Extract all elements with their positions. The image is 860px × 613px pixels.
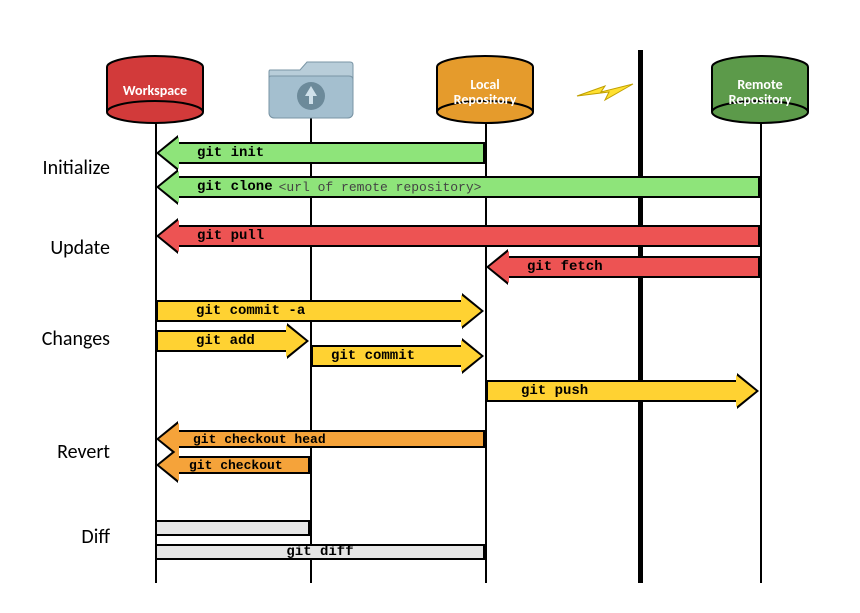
network-boundary bbox=[638, 50, 643, 583]
arrow-git-add: git add bbox=[156, 330, 288, 352]
lightning-icon bbox=[575, 78, 635, 113]
cmd-git-add: git add bbox=[196, 333, 255, 349]
arrow-git-clone: git clone <url of remote repository> bbox=[177, 176, 760, 198]
section-initialize: Initialize bbox=[0, 156, 110, 180]
workspace-label: Workspace bbox=[105, 83, 205, 98]
arrow-git-commit-a: git commit -a bbox=[156, 300, 463, 322]
cmd-git-clone: git clone bbox=[197, 179, 273, 195]
cmd-git-commit-a: git commit -a bbox=[196, 303, 305, 319]
arrow-git-init: git init bbox=[177, 142, 485, 164]
section-diff: Diff bbox=[0, 525, 110, 549]
cmd-git-pull: git pull bbox=[197, 228, 264, 244]
cmd-git-diff: git diff bbox=[286, 544, 353, 560]
lifeline-remote bbox=[760, 118, 762, 583]
local-repo-cylinder: Local Repository bbox=[435, 55, 535, 128]
folder-icon bbox=[265, 52, 355, 122]
section-update: Update bbox=[0, 236, 110, 260]
section-changes: Changes bbox=[0, 327, 110, 351]
param-clone-url: <url of remote repository> bbox=[279, 180, 482, 195]
arrow-git-commit: git commit bbox=[311, 345, 463, 367]
arrow-git-checkout: git checkout bbox=[177, 456, 310, 474]
workspace-cylinder: Workspace bbox=[105, 55, 205, 128]
local-repo-label: Local Repository bbox=[435, 77, 535, 108]
arrow-git-fetch: git fetch bbox=[507, 256, 760, 278]
cmd-git-commit: git commit bbox=[331, 348, 415, 364]
arrow-git-push: git push bbox=[486, 380, 738, 402]
remote-repo-cylinder: Remote Repository bbox=[710, 55, 810, 128]
cmd-git-checkout: git checkout bbox=[189, 458, 283, 473]
cmd-git-push: git push bbox=[521, 383, 588, 399]
section-revert: Revert bbox=[0, 440, 110, 464]
bar-diff-2: git diff bbox=[155, 544, 485, 560]
cmd-git-fetch: git fetch bbox=[527, 259, 603, 275]
remote-repo-label: Remote Repository bbox=[710, 77, 810, 108]
bar-diff-1 bbox=[155, 520, 310, 536]
arrow-git-pull: git pull bbox=[177, 225, 760, 247]
cmd-git-checkout-head: git checkout head bbox=[193, 432, 326, 447]
git-workflow-diagram: Workspace Local Repository bbox=[0, 0, 860, 613]
arrow-git-checkout-head: git checkout head bbox=[177, 430, 485, 448]
cmd-git-init: git init bbox=[197, 145, 264, 161]
